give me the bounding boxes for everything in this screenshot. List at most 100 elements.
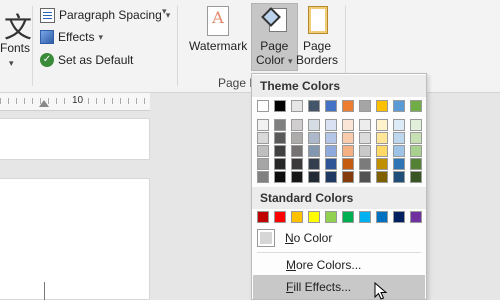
theme-color-swatch[interactable] bbox=[274, 100, 286, 112]
theme-shade-swatch[interactable] bbox=[410, 119, 422, 131]
theme-color-swatch[interactable] bbox=[308, 100, 320, 112]
theme-color-swatch[interactable] bbox=[376, 100, 388, 112]
theme-shade-swatch[interactable] bbox=[410, 171, 422, 183]
theme-color-swatch[interactable] bbox=[410, 100, 422, 112]
theme-shade-swatch[interactable] bbox=[376, 145, 388, 157]
theme-shade-swatch[interactable] bbox=[274, 145, 286, 157]
no-color-swatch bbox=[257, 229, 275, 247]
theme-shade-swatch[interactable] bbox=[291, 132, 303, 144]
theme-shade-swatch[interactable] bbox=[342, 158, 354, 170]
theme-shade-swatch[interactable] bbox=[325, 171, 337, 183]
theme-shade-swatch[interactable] bbox=[257, 119, 269, 131]
theme-shade-column bbox=[342, 119, 354, 184]
theme-shade-swatch[interactable] bbox=[342, 171, 354, 183]
standard-color-swatch[interactable] bbox=[325, 211, 337, 223]
standard-color-swatch[interactable] bbox=[376, 211, 388, 223]
theme-shade-swatch[interactable] bbox=[342, 145, 354, 157]
theme-shade-swatch[interactable] bbox=[410, 132, 422, 144]
theme-shade-swatch[interactable] bbox=[359, 119, 371, 131]
standard-color-swatch[interactable] bbox=[274, 211, 286, 223]
standard-color-swatch[interactable] bbox=[342, 211, 354, 223]
theme-shade-swatch[interactable] bbox=[410, 158, 422, 170]
page-borders-icon bbox=[304, 4, 330, 36]
theme-color-swatch[interactable] bbox=[257, 100, 269, 112]
document-page[interactable] bbox=[0, 118, 150, 160]
theme-shade-swatch[interactable] bbox=[274, 158, 286, 170]
theme-shade-swatch[interactable] bbox=[257, 145, 269, 157]
theme-shade-swatch[interactable] bbox=[359, 132, 371, 144]
theme-shade-swatch[interactable] bbox=[410, 145, 422, 157]
standard-color-swatch[interactable] bbox=[359, 211, 371, 223]
standard-color-swatch[interactable] bbox=[257, 211, 269, 223]
theme-shade-swatch[interactable] bbox=[291, 145, 303, 157]
page-color-label-text: Color bbox=[256, 53, 285, 67]
effects-icon bbox=[40, 30, 54, 44]
theme-shade-swatch[interactable] bbox=[376, 132, 388, 144]
theme-shade-swatch[interactable] bbox=[393, 132, 405, 144]
standard-color-swatch[interactable] bbox=[393, 211, 405, 223]
theme-shade-swatch[interactable] bbox=[325, 145, 337, 157]
theme-shade-swatch[interactable] bbox=[308, 145, 320, 157]
set-as-default-button[interactable]: ✓ Set as Default bbox=[40, 51, 133, 69]
theme-color-swatch[interactable] bbox=[359, 100, 371, 112]
theme-shade-column bbox=[393, 119, 405, 184]
theme-shade-swatch[interactable] bbox=[325, 158, 337, 170]
theme-shade-swatch[interactable] bbox=[359, 158, 371, 170]
theme-shade-column bbox=[325, 119, 337, 184]
watermark-label: Watermark bbox=[189, 39, 248, 53]
theme-color-swatch[interactable] bbox=[325, 100, 337, 112]
page-borders-button[interactable]: Page Borders bbox=[296, 4, 338, 67]
theme-shade-swatch[interactable] bbox=[325, 119, 337, 131]
fill-effects-item[interactable]: Fill Effects... bbox=[253, 275, 425, 299]
theme-shade-column bbox=[308, 119, 320, 184]
no-color-option[interactable]: No Color bbox=[257, 227, 423, 249]
fonts-button-label[interactable]: Fonts bbox=[0, 41, 30, 55]
theme-shade-swatch[interactable] bbox=[274, 171, 286, 183]
theme-shade-swatch[interactable] bbox=[342, 132, 354, 144]
theme-shade-swatch[interactable] bbox=[308, 132, 320, 144]
fonts-icon[interactable]: 文 bbox=[4, 6, 32, 46]
checkmark-icon: ✓ bbox=[40, 53, 54, 67]
standard-color-swatch[interactable] bbox=[291, 211, 303, 223]
page-color-button[interactable]: Page Color ▾ bbox=[251, 3, 298, 71]
indent-marker[interactable] bbox=[39, 100, 49, 107]
theme-shade-swatch[interactable] bbox=[393, 119, 405, 131]
theme-colors-base-row bbox=[257, 100, 422, 112]
group-dropdown-caret-icon[interactable]: ▾ bbox=[162, 6, 167, 17]
theme-shade-swatch[interactable] bbox=[376, 158, 388, 170]
document-page[interactable] bbox=[0, 178, 150, 300]
theme-color-swatch[interactable] bbox=[393, 100, 405, 112]
theme-shade-swatch[interactable] bbox=[257, 171, 269, 183]
theme-shade-swatch[interactable] bbox=[359, 145, 371, 157]
more-colors-item[interactable]: More Colors... bbox=[253, 253, 425, 277]
theme-shade-swatch[interactable] bbox=[274, 119, 286, 131]
theme-shade-swatch[interactable] bbox=[325, 132, 337, 144]
ribbon-separator bbox=[177, 6, 178, 86]
standard-color-swatch[interactable] bbox=[410, 211, 422, 223]
theme-shade-column bbox=[410, 119, 422, 184]
theme-shade-swatch[interactable] bbox=[308, 171, 320, 183]
theme-shade-swatch[interactable] bbox=[257, 132, 269, 144]
theme-shade-swatch[interactable] bbox=[274, 132, 286, 144]
theme-shade-swatch[interactable] bbox=[393, 171, 405, 183]
theme-shade-swatch[interactable] bbox=[291, 119, 303, 131]
theme-shade-swatch[interactable] bbox=[291, 171, 303, 183]
theme-color-swatch[interactable] bbox=[342, 100, 354, 112]
effects-button[interactable]: Effects ▾ bbox=[40, 28, 103, 46]
horizontal-ruler[interactable]: 10 bbox=[0, 93, 150, 111]
theme-color-swatch[interactable] bbox=[291, 100, 303, 112]
theme-shade-swatch[interactable] bbox=[308, 158, 320, 170]
watermark-button[interactable]: A Watermark bbox=[189, 6, 247, 53]
theme-shade-swatch[interactable] bbox=[342, 119, 354, 131]
standard-color-swatch[interactable] bbox=[308, 211, 320, 223]
theme-shade-swatch[interactable] bbox=[257, 158, 269, 170]
theme-shade-swatch[interactable] bbox=[393, 145, 405, 157]
theme-shade-swatch[interactable] bbox=[308, 119, 320, 131]
theme-shade-swatch[interactable] bbox=[376, 119, 388, 131]
theme-shade-swatch[interactable] bbox=[393, 158, 405, 170]
theme-shade-swatch[interactable] bbox=[291, 158, 303, 170]
paragraph-spacing-button[interactable]: Paragraph Spacing ▾ bbox=[40, 6, 170, 24]
fonts-dropdown-caret-icon[interactable]: ▾ bbox=[9, 58, 14, 69]
theme-shade-swatch[interactable] bbox=[359, 171, 371, 183]
theme-shade-swatch[interactable] bbox=[376, 171, 388, 183]
